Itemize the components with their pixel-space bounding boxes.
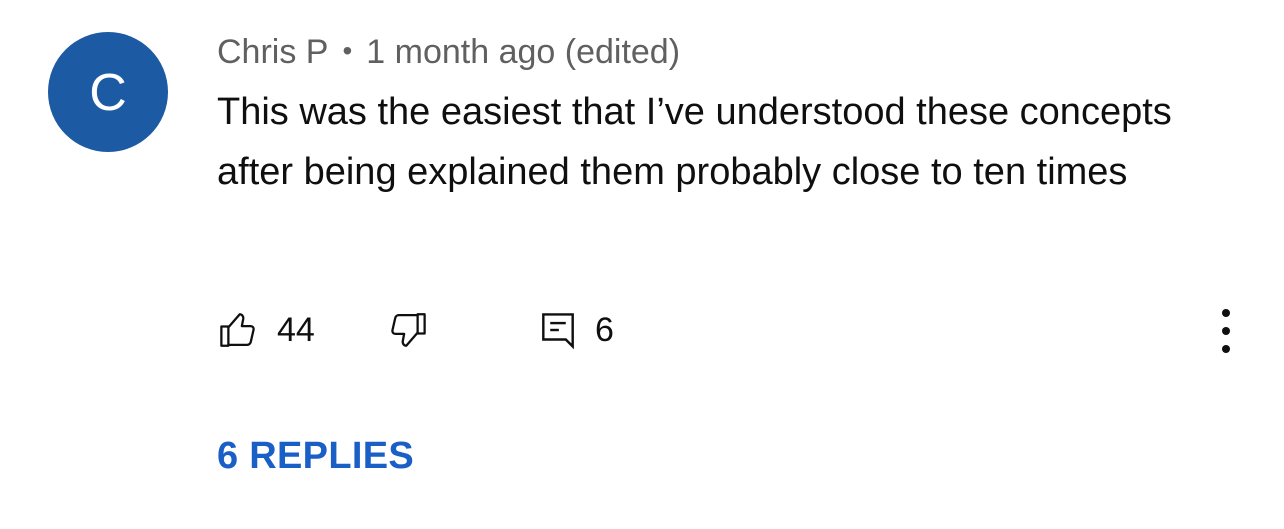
thumbs-up-icon: [217, 309, 259, 351]
like-count: 44: [277, 311, 315, 349]
menu-dot: [1222, 309, 1230, 317]
menu-dot: [1222, 327, 1230, 335]
author-name[interactable]: Chris P: [217, 33, 328, 71]
like-button[interactable]: 44: [217, 305, 315, 355]
menu-dot: [1222, 345, 1230, 353]
meta-separator: •: [342, 35, 353, 66]
comment-text: This was the easiest that I’ve understoo…: [217, 91, 1172, 193]
thumbs-down-icon: [387, 309, 429, 351]
comment-icon: [539, 309, 577, 351]
comment-actions: 44 6: [217, 305, 1254, 355]
comment-timestamp: 1 month ago (edited): [366, 33, 681, 71]
avatar-letter: C: [89, 64, 127, 122]
more-vertical-icon[interactable]: [1216, 309, 1236, 353]
view-replies-link[interactable]: 6 REPLIES: [217, 434, 414, 478]
dislike-button[interactable]: [387, 305, 429, 355]
reply-count: 6: [595, 311, 614, 349]
avatar[interactable]: C: [48, 32, 168, 152]
reply-button[interactable]: 6: [539, 305, 614, 355]
comment-meta: Chris P • 1 month ago (edited): [217, 32, 680, 74]
